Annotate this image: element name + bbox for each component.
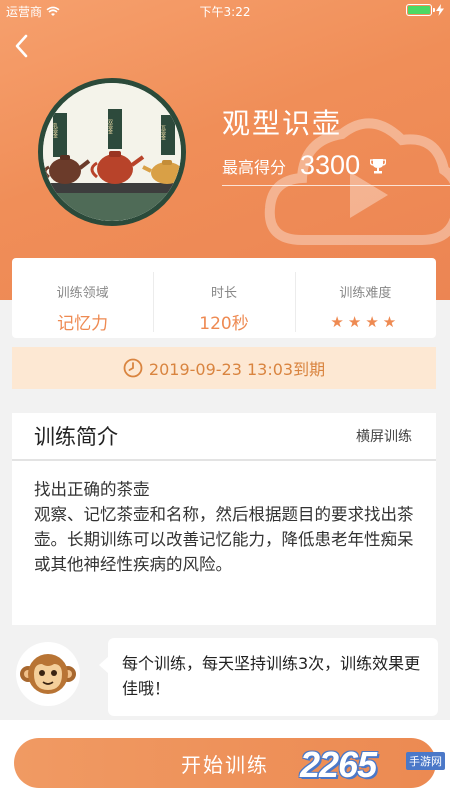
training-duration: 时长 120秒 [153, 258, 294, 338]
best-score-row: 最高得分 3300 [222, 150, 387, 181]
best-score-label: 最高得分 [222, 157, 287, 177]
chevron-left-icon [15, 34, 28, 58]
duration-label: 时长 [210, 286, 237, 301]
difficulty-stars: ★★★★ [330, 313, 401, 331]
battery-icon [406, 4, 435, 16]
trophy-icon [370, 158, 387, 173]
game-title: 观型识壶 [222, 107, 343, 140]
training-domain: 训练领域 记忆力 [12, 258, 153, 338]
status-time: 下午3:22 [199, 5, 251, 19]
monkey-avatar [16, 642, 80, 706]
intro-line: 观察、记忆茶壶和名称，然后根据题目的要求找出茶壶。长期训练可以改善记忆能力，降低… [34, 505, 414, 574]
score-divider [222, 185, 450, 186]
intro-header: 训练简介 横屏训练 [12, 413, 436, 461]
difficulty-label: 训练难度 [339, 286, 392, 301]
teapot-illustration: 乳壶金 双壶金 瓦壶金 [43, 83, 181, 221]
best-score-value: 3300 [300, 150, 361, 180]
expiry-banner: 2019-09-23 13:03到期 [12, 347, 436, 389]
tag-1: 乳壶金 [52, 122, 58, 138]
monkey-icon [20, 654, 76, 694]
tip-bubble: 每个训练，每天坚持训练3次，训练效果更佳哦！ [99, 638, 438, 716]
tag-2: 双壶金 [107, 119, 113, 134]
training-info-card: 训练领域 记忆力 时长 120秒 训练难度 ★★★★ [12, 258, 436, 338]
game-thumbnail: 乳壶金 双壶金 瓦壶金 [38, 78, 186, 226]
site-watermark: 2265 手游网 [300, 738, 448, 794]
domain-value: 记忆力 [57, 314, 109, 334]
training-difficulty: 训练难度 ★★★★ [294, 258, 436, 338]
training-intro-card: 训练简介 横屏训练 找出正确的茶壶 观察、记忆茶壶和名称，然后根据题目的要求找出… [12, 413, 436, 625]
tip-text: 每个训练，每天坚持训练3次，训练效果更佳哦！ [122, 654, 421, 698]
domain-label: 训练领域 [56, 286, 109, 301]
back-button[interactable] [8, 30, 38, 62]
intro-description: 找出正确的茶壶 观察、记忆茶壶和名称，然后根据题目的要求找出茶壶。长期训练可以改… [12, 461, 436, 577]
charging-icon [436, 4, 444, 16]
intro-line: 找出正确的茶壶 [34, 480, 150, 499]
clock-icon [123, 358, 143, 378]
expiry-text: 2019-09-23 13:03到期 [148, 360, 326, 379]
status-bar: 运营商 下午3:22 [0, 0, 450, 22]
duration-value: 120秒 [199, 314, 249, 334]
watermark-number: 2265 [300, 744, 377, 785]
tag-3: 瓦壶金 [160, 125, 166, 140]
intro-title: 训练简介 [34, 425, 118, 449]
landscape-mode-label: 横屏训练 [356, 429, 412, 445]
watermark-suffix: 手游网 [406, 752, 445, 770]
